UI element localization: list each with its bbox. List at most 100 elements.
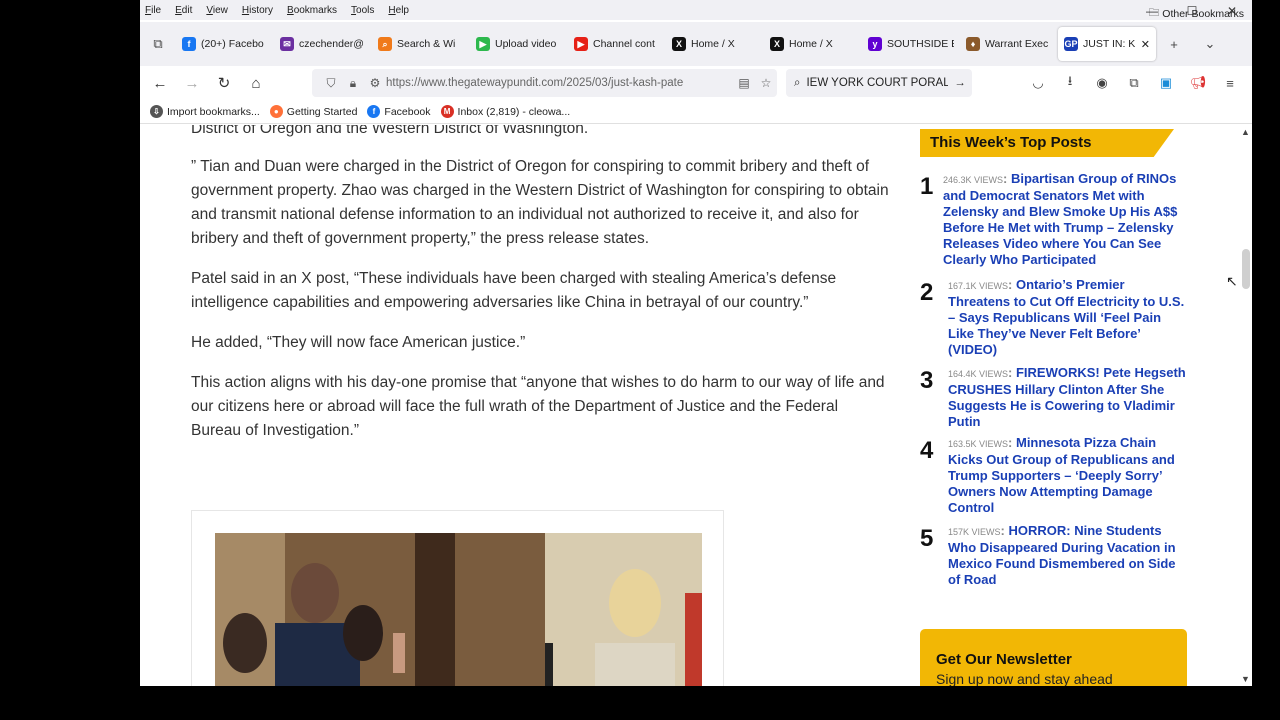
browser-tab[interactable]: f (20+) Facebo: [176, 27, 274, 61]
gmail-icon: M: [440, 105, 454, 118]
bookmark-item[interactable]: ● Getting Started: [269, 105, 358, 118]
menu-item[interactable]: History: [242, 5, 273, 16]
navigation-toolbar: ← → ↻ ⌂ ⛉ 🔒︎ ⚙ https://www.thegatewaypun…: [140, 66, 1252, 100]
megaphone-icon[interactable]: 📢︎: [1182, 69, 1214, 97]
menu-item[interactable]: Edit: [175, 5, 192, 16]
bookmark-item[interactable]: f Facebook: [367, 105, 431, 118]
menu-item-label: dit: [181, 4, 193, 16]
bookmark-label: Getting Started: [286, 105, 358, 118]
menu-item[interactable]: File: [145, 5, 161, 16]
bookmark-label: Inbox (2,819) - cleowa...: [457, 105, 571, 118]
menu-item[interactable]: Help: [388, 5, 409, 16]
search-icon: ⌕: [794, 76, 801, 89]
page-content: District of Oregon and the Western Distr…: [140, 125, 1240, 686]
tab-bar: ⧉ f (20+) Facebo ✉ czechender@ ⌕ Search & Wi ▶…: [140, 22, 1252, 66]
post-rank: 1: [920, 173, 934, 200]
permissions-icon[interactable]: ⚙: [364, 76, 386, 90]
post-separator: :: [1003, 171, 1011, 186]
bookmark-item[interactable]: M Inbox (2,819) - cleowa...: [440, 105, 571, 118]
extension-badge-icon[interactable]: ▣: [1150, 69, 1182, 97]
reload-button[interactable]: ↻: [208, 69, 240, 97]
back-button[interactable]: ←: [144, 69, 176, 97]
upload-icon: ▶: [476, 37, 490, 51]
post-separator: :: [1008, 277, 1016, 292]
search-bar[interactable]: ⌕ IEW YORK COURT PORAL →: [786, 69, 972, 97]
tab-manager-icon[interactable]: ⧉: [140, 36, 176, 52]
menu-item-label: ools: [356, 4, 375, 16]
post-separator: :: [1008, 365, 1016, 380]
forward-button[interactable]: →: [176, 69, 208, 97]
browser-tab[interactable]: X Home / X: [764, 27, 862, 61]
pocket-icon[interactable]: ◡: [1022, 69, 1054, 97]
tab-label: (20+) Facebo: [201, 38, 264, 50]
new-tab-button[interactable]: +: [1156, 37, 1192, 52]
close-tab-icon[interactable]: ✕: [1141, 38, 1150, 51]
browser-tab[interactable]: GP JUST IN: K ✕: [1058, 27, 1156, 61]
tab-label: JUST IN: K: [1083, 38, 1136, 50]
x-icon: X: [770, 37, 784, 51]
menu-item[interactable]: Tools: [351, 5, 374, 16]
tab-label: Channel cont: [593, 38, 655, 50]
bookmarks-toolbar: ⇩ Import bookmarks... ● Getting Started f Fac…: [140, 100, 1252, 124]
menu-item-accel: H: [388, 4, 396, 16]
extensions-icon[interactable]: ⧉: [1118, 69, 1150, 97]
warrant-icon: ♦: [966, 37, 980, 51]
browser-tab[interactable]: ✉ czechender@: [274, 27, 372, 61]
downloads-icon[interactable]: ⭳: [1054, 69, 1086, 97]
post-body: 164.4K VIEWS: FIREWORKS! Pete Hegseth CR…: [948, 365, 1186, 430]
x-icon: X: [672, 37, 686, 51]
tab-label: SOUTHSIDE E: [887, 38, 954, 50]
app-menu-icon[interactable]: ≡: [1214, 69, 1246, 97]
url-text[interactable]: https://www.thegatewaypundit.com/2025/03…: [386, 77, 733, 89]
scroll-down-icon[interactable]: ▼: [1241, 674, 1250, 684]
search-go-icon[interactable]: →: [948, 77, 972, 89]
menu-item-label: ookmarks: [293, 4, 338, 16]
menu-item-label: istory: [249, 4, 274, 16]
menu-item-label: iew: [212, 4, 228, 16]
menu-item[interactable]: Bookmarks: [287, 5, 337, 16]
list-all-tabs-button[interactable]: ⌄: [1192, 36, 1228, 52]
lock-icon[interactable]: 🔒︎: [342, 76, 364, 91]
post-title-link[interactable]: Bipartisan Group of RINOs and Democrat S…: [943, 171, 1177, 267]
post-views: 167.1K VIEWS: [948, 281, 1009, 291]
newsletter-box: Get Our Newsletter Sign up now and stay …: [920, 629, 1187, 686]
article-paragraph: He added, “They will now face American j…: [191, 334, 526, 351]
post-views: 164.4K VIEWS: [948, 369, 1009, 379]
post-separator: :: [1008, 435, 1016, 450]
bookmark-label: Facebook: [384, 105, 431, 118]
browser-tab[interactable]: X Home / X: [666, 27, 764, 61]
post-rank: 5: [920, 525, 934, 552]
browser-tab[interactable]: ▶ Channel cont: [568, 27, 666, 61]
reader-view-icon[interactable]: ▤: [733, 76, 755, 90]
tab-strip: f (20+) Facebo ✉ czechender@ ⌕ Search & Wi ▶ Up…: [176, 27, 1156, 61]
home-button[interactable]: ⌂: [240, 69, 272, 97]
browser-tab[interactable]: ▶ Upload video: [470, 27, 568, 61]
post-body: 157K VIEWS: HORROR: Nine Students Who Di…: [948, 523, 1186, 588]
browser-tab[interactable]: ⌕ Search & Wi: [372, 27, 470, 61]
tab-label: Search & Wi: [397, 38, 456, 50]
browser-tab[interactable]: y SOUTHSIDE E: [862, 27, 960, 61]
menu-item-label: ile: [151, 4, 162, 16]
post-rank: 3: [920, 367, 934, 394]
browser-tab[interactable]: ♦ Warrant Exec: [960, 27, 1058, 61]
scrollbar-thumb[interactable]: [1242, 249, 1250, 289]
article-paragraph: ” Tian and Duan were charged in the Dist…: [191, 158, 889, 247]
scroll-up-icon[interactable]: ▲: [1241, 127, 1250, 137]
bookmark-item[interactable]: ⇩ Import bookmarks...: [150, 105, 260, 118]
post-views: 163.5K VIEWS: [948, 439, 1009, 449]
menu-item-label: elp: [395, 4, 409, 16]
article-photo[interactable]: [215, 533, 702, 686]
tab-label: Home / X: [789, 38, 833, 50]
search-input[interactable]: IEW YORK COURT PORAL: [806, 77, 948, 89]
page-scrollbar[interactable]: ▲ ▼: [1240, 125, 1252, 686]
bookmark-star-icon[interactable]: ☆: [755, 76, 777, 90]
account-icon[interactable]: ◉: [1086, 69, 1118, 97]
other-bookmarks[interactable]: 🗀︎ Other Bookmarks: [1149, 5, 1244, 23]
url-bar[interactable]: ⛉ 🔒︎ ⚙ https://www.thegatewaypundit.com/…: [312, 69, 777, 97]
yahoo-icon: y: [868, 37, 882, 51]
tab-label: czechender@: [299, 38, 364, 50]
firefox-icon: ●: [269, 105, 283, 118]
shield-icon[interactable]: ⛉: [320, 76, 342, 91]
top-posts-heading: This Week’s Top Posts: [920, 129, 1174, 157]
menu-item[interactable]: View: [206, 5, 228, 16]
